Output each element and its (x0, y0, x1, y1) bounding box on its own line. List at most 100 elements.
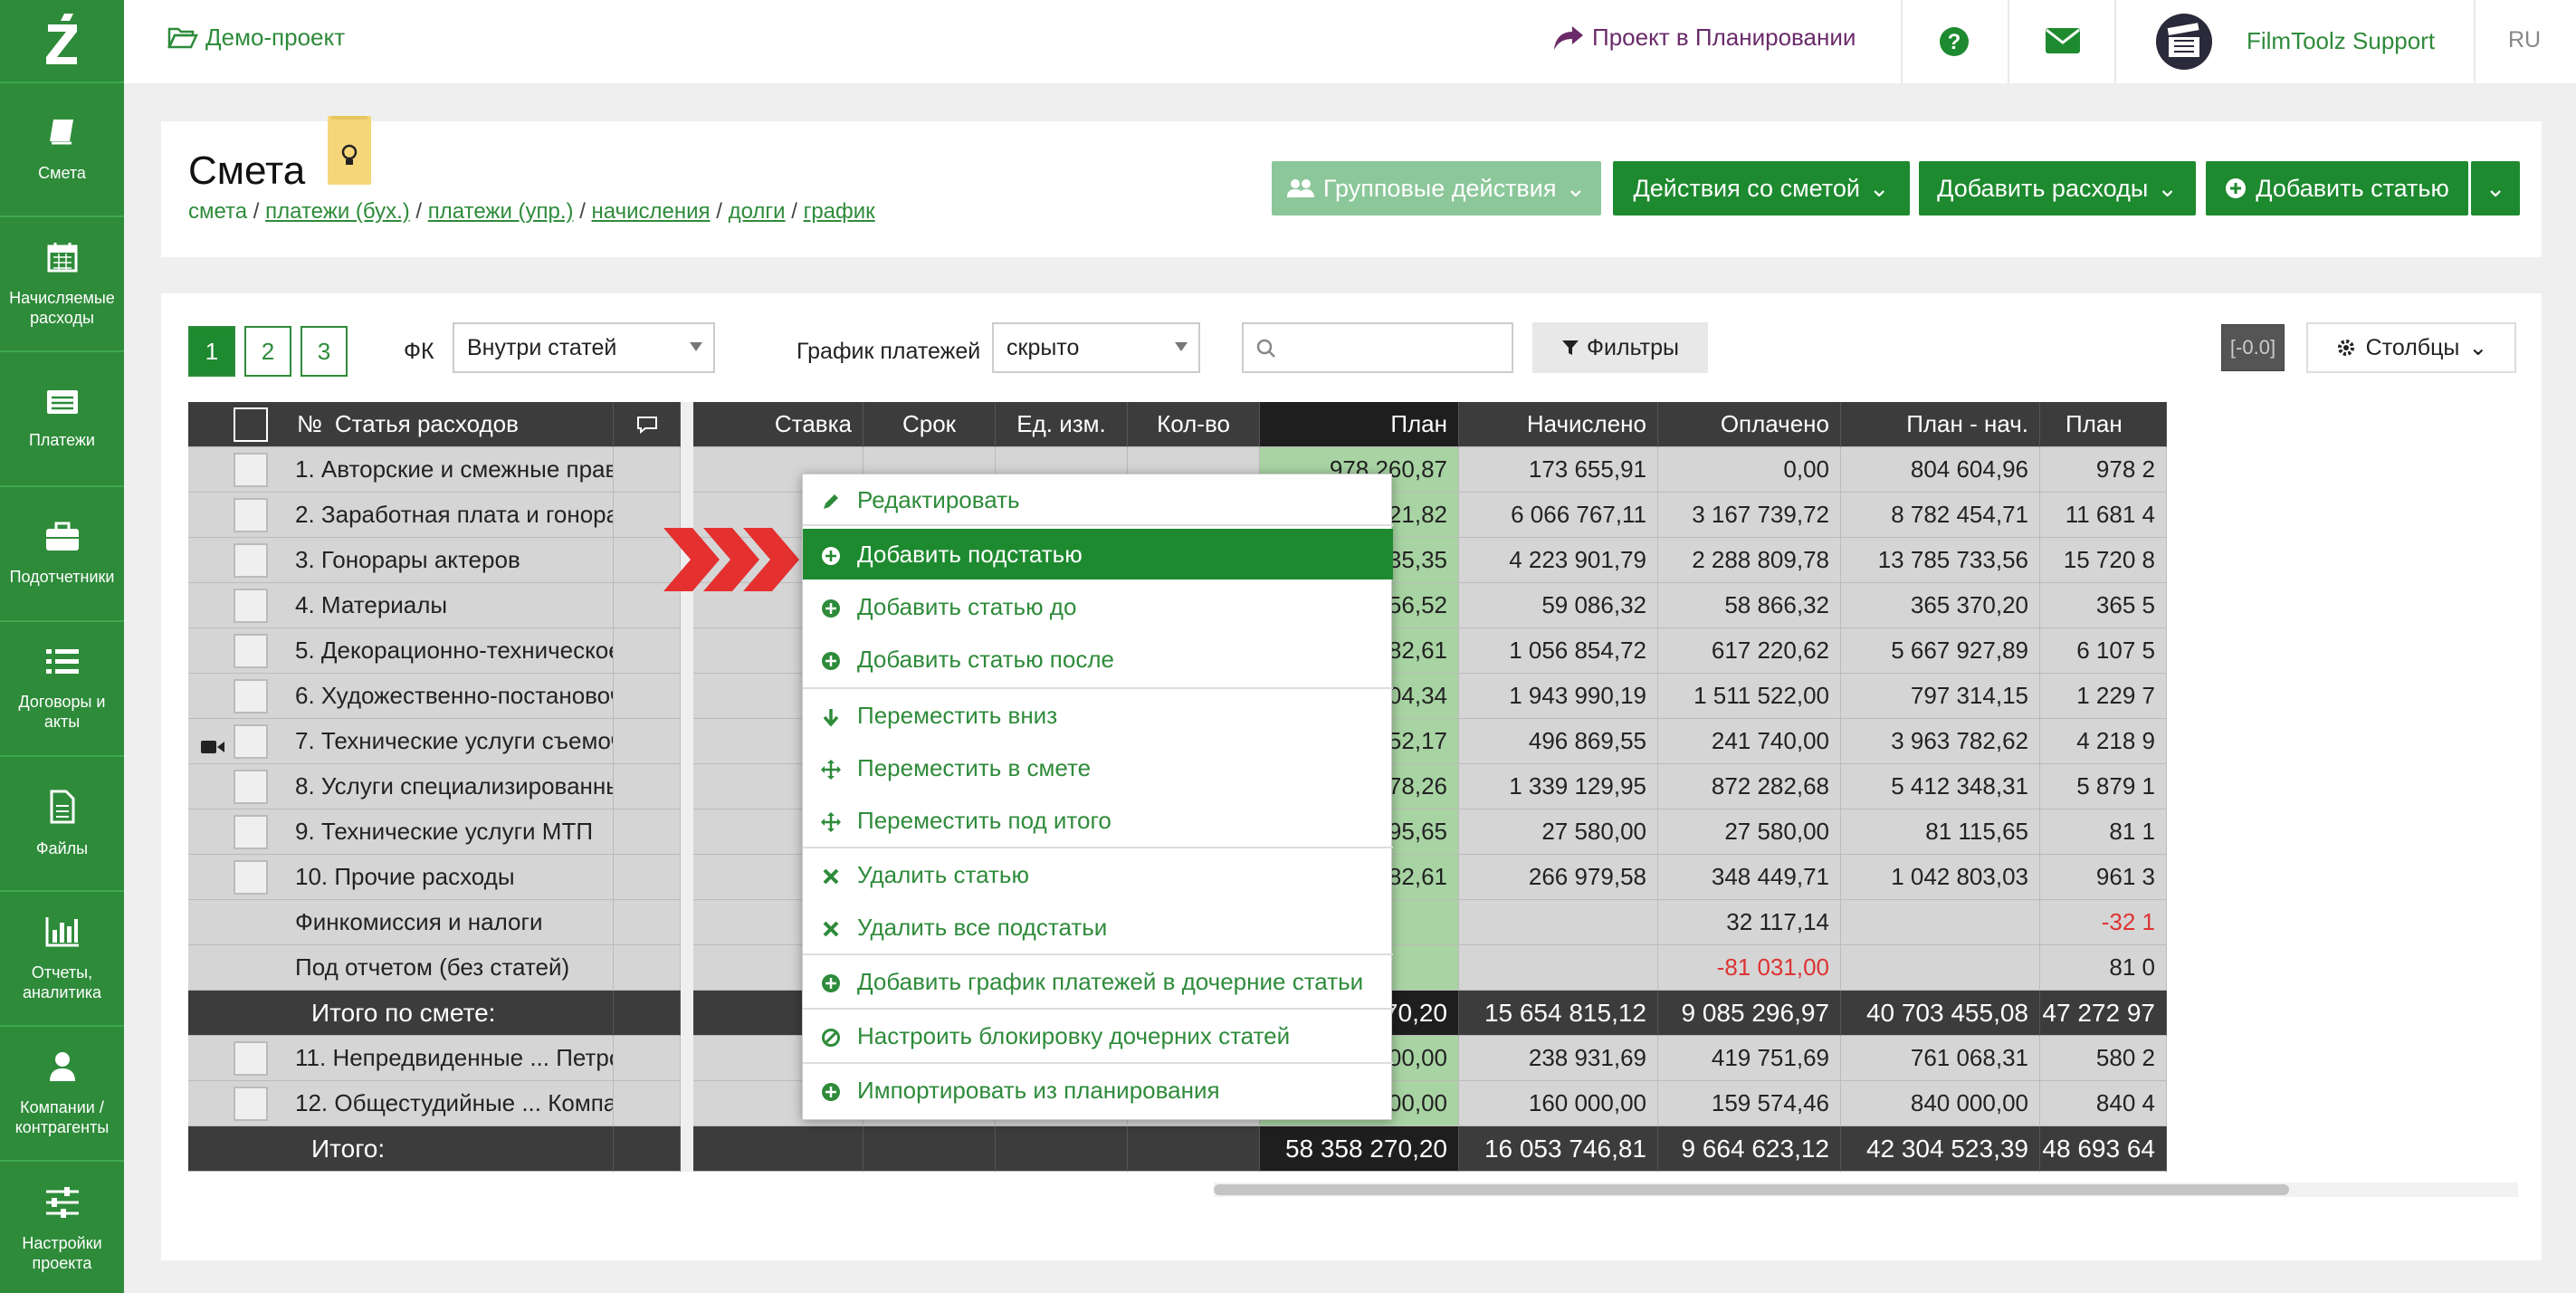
row-checkbox[interactable] (234, 1041, 268, 1076)
cell-plan2[interactable]: 365 5 (2040, 583, 2167, 628)
header-term[interactable]: Срок (863, 402, 996, 447)
header-comments[interactable] (614, 402, 681, 447)
header-article[interactable]: № Статья расходов (188, 402, 614, 447)
cell-plan2[interactable]: 81 1 (2040, 809, 2167, 855)
row-name-cell[interactable]: 9. Технические услуги МТП (188, 809, 614, 855)
cell-accrued[interactable]: 173 655,91 (1459, 447, 1658, 493)
cell-plan-acc[interactable]: 804 604,96 (1841, 447, 2040, 493)
header-accrued[interactable]: Начислено (1459, 402, 1658, 447)
cell-accrued[interactable]: 4 223 901,79 (1459, 538, 1658, 583)
row-name-cell[interactable]: 10. Прочие расходы (188, 855, 614, 900)
row-comment-cell[interactable] (614, 991, 681, 1036)
header-qty[interactable]: Кол-во (1128, 402, 1260, 447)
cell-plan-acc[interactable]: 1 042 803,03 (1841, 855, 2040, 900)
row-checkbox[interactable] (234, 679, 268, 714)
cell-plan2[interactable]: 48 693 64 (2040, 1126, 2167, 1172)
menu-item-8[interactable]: Удалить статью (803, 849, 1393, 900)
tip-bookmark[interactable] (328, 116, 371, 185)
cell-accrued[interactable]: 238 931,69 (1459, 1036, 1658, 1081)
menu-item-7[interactable]: Переместить под итого (803, 795, 1393, 846)
cell-paid[interactable]: 872 282,68 (1658, 764, 1841, 809)
cell-paid[interactable]: 419 751,69 (1658, 1036, 1841, 1081)
breadcrumb-accruals[interactable]: начисления (592, 199, 711, 224)
cell-accrued[interactable] (1459, 900, 1658, 945)
row-checkbox[interactable] (234, 634, 268, 668)
menu-item-1[interactable]: Редактировать (803, 474, 1393, 525)
row-checkbox[interactable] (234, 770, 268, 804)
menu-item-4[interactable]: Добавить статью после (803, 634, 1393, 685)
sidebar-item-estimate[interactable]: Смета (0, 83, 124, 217)
cell-plan-acc[interactable]: 797 314,15 (1841, 674, 2040, 719)
header-paid[interactable]: Оплачено (1658, 402, 1841, 447)
horizontal-scrollbar[interactable] (1214, 1183, 2518, 1197)
sidebar-item-reports[interactable]: Отчеты, аналитика (0, 893, 124, 1027)
row-name-cell[interactable]: Итого по смете: (188, 991, 614, 1036)
cell-plan2[interactable]: 4 218 9 (2040, 719, 2167, 764)
cell-paid[interactable]: -81 031,00 (1658, 945, 1841, 991)
row-name-cell[interactable]: 12. Общестудийные ... Компания (188, 1081, 614, 1126)
cell-paid[interactable]: 58 866,32 (1658, 583, 1841, 628)
cell-plan-acc[interactable]: 8 782 454,71 (1841, 493, 2040, 538)
cell-accrued[interactable]: 160 000,00 (1459, 1081, 1658, 1126)
row-comment-cell[interactable] (614, 855, 681, 900)
filters-button[interactable]: Фильтры (1532, 322, 1708, 373)
cell-paid[interactable]: 241 740,00 (1658, 719, 1841, 764)
row-checkbox[interactable] (234, 498, 268, 532)
cell-accrued[interactable]: 1 339 129,95 (1459, 764, 1658, 809)
menu-item-6[interactable]: Переместить в смете (803, 742, 1393, 793)
menu-item-2[interactable]: Добавить подстатью (803, 529, 1393, 579)
page-1-button[interactable]: 1 (188, 326, 235, 377)
cell-plan2[interactable]: 1 229 7 (2040, 674, 2167, 719)
cell-accrued[interactable]: 496 869,55 (1459, 719, 1658, 764)
cell-paid[interactable]: 348 449,71 (1658, 855, 1841, 900)
page-3-button[interactable]: 3 (301, 326, 348, 377)
row-checkbox[interactable] (234, 815, 268, 849)
cell-plan2[interactable]: 961 3 (2040, 855, 2167, 900)
zoom-indicator[interactable]: [-0.0] (2221, 324, 2285, 371)
header-plan-2[interactable]: План (2040, 402, 2167, 447)
breadcrumb-debts[interactable]: долги (729, 199, 786, 224)
estimate-actions-button[interactable]: Действия со сметой ⌄ (1613, 161, 1910, 216)
row-checkbox[interactable] (234, 724, 268, 759)
cell-paid[interactable]: 1 511 522,00 (1658, 674, 1841, 719)
row-name-cell[interactable]: 1. Авторские и смежные права (188, 447, 614, 493)
add-item-dropdown-button[interactable]: ⌄ (2471, 161, 2520, 216)
page-2-button[interactable]: 2 (244, 326, 291, 377)
row-comment-cell[interactable] (614, 809, 681, 855)
cell-plan2[interactable]: 580 2 (2040, 1036, 2167, 1081)
sidebar-item-settings[interactable]: Настройки проекта (0, 1163, 124, 1293)
cell-plan2[interactable]: 11 681 4 (2040, 493, 2167, 538)
cell-paid[interactable]: 9 664 623,12 (1658, 1126, 1841, 1172)
cell-plan-acc[interactable]: 840 000,00 (1841, 1081, 2040, 1126)
row-name-cell[interactable]: 5. Декорационно-техническое оформление п… (188, 628, 614, 674)
select-all-checkbox[interactable] (234, 407, 268, 442)
menu-item-12[interactable]: Импортировать из планирования (803, 1065, 1393, 1116)
planning-project-link[interactable]: Проект в Планировании (1552, 24, 1856, 52)
cell-accrued[interactable]: 16 053 746,81 (1459, 1126, 1658, 1172)
cell-accrued[interactable]: 266 979,58 (1459, 855, 1658, 900)
app-logo[interactable] (0, 0, 124, 83)
cell-accrued[interactable]: 15 654 815,12 (1459, 991, 1658, 1036)
row-comment-cell[interactable] (614, 1126, 681, 1172)
cell-plan2[interactable]: 15 720 8 (2040, 538, 2167, 583)
sidebar-item-accountable[interactable]: Подотчетники (0, 488, 124, 622)
cell-plan-acc[interactable]: 40 703 455,08 (1841, 991, 2040, 1036)
menu-item-3[interactable]: Добавить статью до (803, 581, 1393, 632)
cell-plan2[interactable]: 47 272 97 (2040, 991, 2167, 1036)
cell-plan-acc[interactable]: 3 963 782,62 (1841, 719, 2040, 764)
cell-plan-acc[interactable]: 81 115,65 (1841, 809, 2040, 855)
row-comment-cell[interactable] (614, 764, 681, 809)
row-name-cell[interactable]: Итого: (188, 1126, 614, 1172)
user-name[interactable]: FilmToolz Support (2247, 27, 2435, 55)
cell-plan2[interactable]: 81 0 (2040, 945, 2167, 991)
row-comment-cell[interactable] (614, 674, 681, 719)
row-comment-cell[interactable] (614, 900, 681, 945)
sidebar-item-companies[interactable]: Компании / контрагенты (0, 1028, 124, 1162)
cell-accrued[interactable]: 27 580,00 (1459, 809, 1658, 855)
columns-button[interactable]: Столбцы ⌄ (2306, 322, 2516, 373)
add-item-button[interactable]: Добавить статью (2206, 161, 2468, 216)
cell-plan2[interactable]: 978 2 (2040, 447, 2167, 493)
row-checkbox[interactable] (234, 453, 268, 487)
row-comment-cell[interactable] (614, 1036, 681, 1081)
cell-plan2[interactable]: 840 4 (2040, 1081, 2167, 1126)
